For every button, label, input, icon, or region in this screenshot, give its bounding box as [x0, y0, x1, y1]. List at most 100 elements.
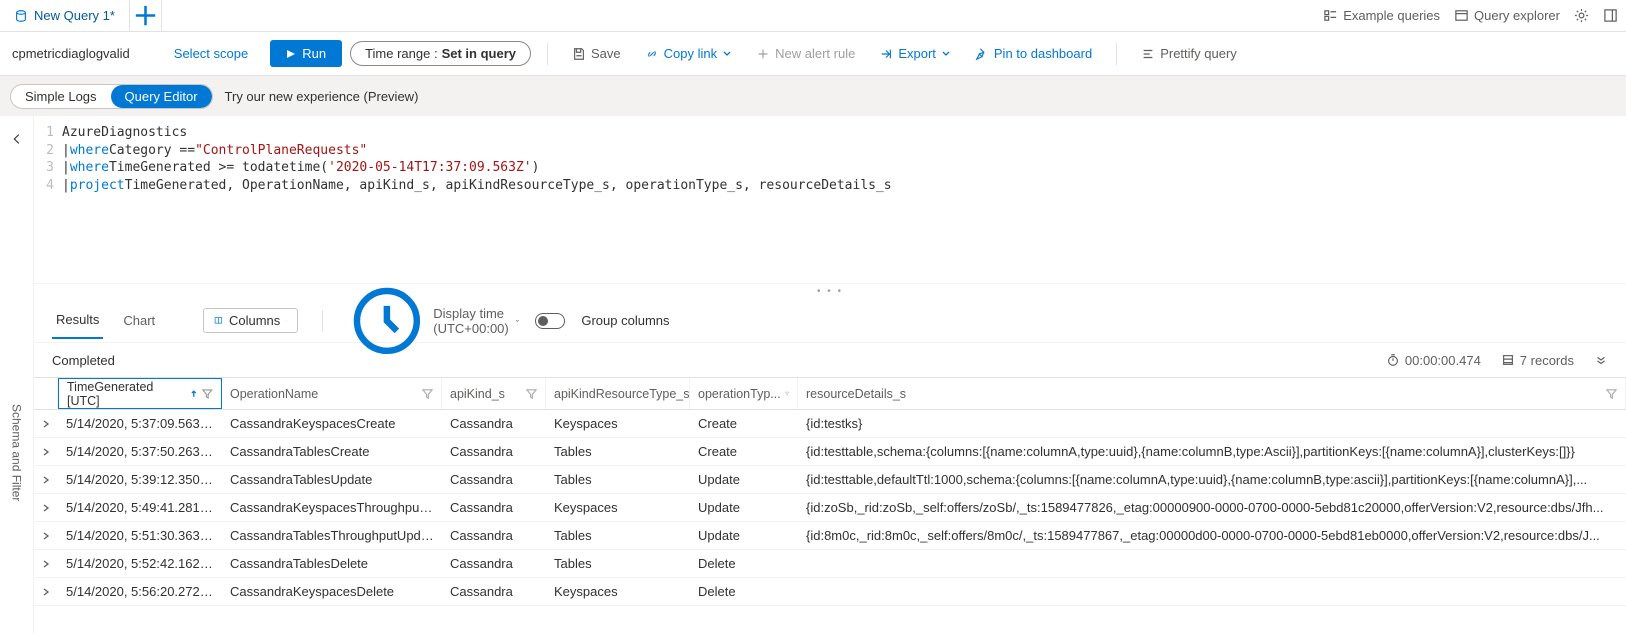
chevron-right-icon	[41, 531, 51, 541]
new-alert-button[interactable]: New alert rule	[748, 46, 863, 61]
schema-filter-label[interactable]: Schema and Filter	[10, 404, 24, 501]
prettify-button[interactable]: Prettify query	[1133, 46, 1245, 61]
save-button[interactable]: Save	[564, 46, 629, 61]
table-row[interactable]: 5/14/2020, 5:37:50.263 PMCassandraTables…	[34, 438, 1626, 466]
command-bar: cpmetricdiaglogvalid Select scope Run Ti…	[0, 32, 1626, 76]
filter-icon[interactable]	[526, 388, 537, 399]
cell-apikind: Cassandra	[442, 416, 546, 431]
select-scope-link[interactable]: Select scope	[160, 46, 262, 61]
cell-operation: CassandraTablesCreate	[222, 444, 442, 459]
add-tab-button[interactable]	[130, 0, 162, 32]
columns-button[interactable]: Columns	[203, 308, 298, 333]
mode-query-editor[interactable]: Query Editor	[111, 85, 212, 108]
filter-icon[interactable]	[1606, 388, 1617, 399]
chevron-right-icon	[41, 587, 51, 597]
cell-resourcetype: Keyspaces	[546, 500, 690, 515]
cell-resourcetype: Keyspaces	[546, 416, 690, 431]
cell-operationtype: Update	[690, 472, 798, 487]
filter-icon[interactable]	[785, 388, 789, 399]
filter-icon[interactable]	[202, 388, 213, 399]
expand-icon[interactable]	[1594, 353, 1608, 367]
chevron-right-icon	[41, 475, 51, 485]
copy-link-button[interactable]: Copy link	[637, 46, 740, 61]
cell-time: 5/14/2020, 5:56:20.272 PM	[58, 584, 222, 599]
plus-icon	[130, 0, 161, 31]
status-row: Completed 00:00:00.474 7 records	[34, 343, 1626, 377]
table-row[interactable]: 5/14/2020, 5:37:09.563 PMCassandraKeyspa…	[34, 410, 1626, 438]
stopwatch-icon	[1386, 353, 1400, 367]
example-queries-button[interactable]: Example queries	[1323, 8, 1440, 23]
tab-title: New Query 1*	[34, 8, 115, 23]
tab-query[interactable]: New Query 1*	[0, 0, 130, 32]
grid-header: TimeGenerated [UTC] OperationName apiKin…	[34, 378, 1626, 410]
chevron-left-icon[interactable]	[10, 132, 24, 146]
column-header-timegenerated[interactable]: TimeGenerated [UTC]	[58, 378, 222, 409]
cell-apikind: Cassandra	[442, 556, 546, 571]
export-button[interactable]: Export	[871, 46, 959, 61]
cell-operation: CassandraKeyspacesDelete	[222, 584, 442, 599]
link-icon	[645, 47, 659, 61]
table-row[interactable]: 5/14/2020, 5:52:42.162 PMCassandraTables…	[34, 550, 1626, 578]
expand-row-button[interactable]	[34, 447, 58, 457]
list-icon	[1323, 8, 1338, 23]
table-row[interactable]: 5/14/2020, 5:49:41.281 PMCassandraKeyspa…	[34, 494, 1626, 522]
pin-icon	[975, 47, 989, 61]
group-columns-toggle[interactable]	[535, 313, 565, 329]
table-row[interactable]: 5/14/2020, 5:56:20.272 PMCassandraKeyspa…	[34, 578, 1626, 606]
tab-chart[interactable]: Chart	[119, 303, 159, 338]
cell-apikind: Cassandra	[442, 528, 546, 543]
expand-row-button[interactable]	[34, 475, 58, 485]
settings-button[interactable]	[1574, 8, 1589, 23]
column-header-resourcedetails[interactable]: resourceDetails_s	[798, 378, 1626, 409]
preview-link[interactable]: Try our new experience (Preview)	[225, 89, 419, 104]
cell-resourcetype: Tables	[546, 528, 690, 543]
splitter-handle[interactable]: • • •	[34, 284, 1626, 299]
export-icon	[879, 47, 893, 61]
expand-row-button[interactable]	[34, 531, 58, 541]
mode-simple-logs[interactable]: Simple Logs	[11, 85, 111, 108]
tab-bar: New Query 1* Example queries Query explo…	[0, 0, 1626, 32]
table-row[interactable]: 5/14/2020, 5:51:30.363 PM CassandraTables…	[34, 522, 1626, 550]
cell-resourcetype: Keyspaces	[546, 584, 690, 599]
expand-row-button[interactable]	[34, 419, 58, 429]
query-editor[interactable]: 1AzureDiagnostics 2| where Category == "…	[34, 116, 1626, 284]
column-header-operationname[interactable]: OperationName	[222, 378, 442, 409]
results-grid: TimeGenerated [UTC] OperationName apiKin…	[34, 377, 1626, 606]
query-explorer-button[interactable]: Query explorer	[1454, 8, 1560, 23]
record-count: 7 records	[1501, 353, 1574, 368]
expand-row-button[interactable]	[34, 503, 58, 513]
mode-bar: Simple Logs Query Editor Try our new exp…	[0, 76, 1626, 116]
save-icon	[572, 47, 586, 61]
explorer-icon	[1454, 8, 1469, 23]
expand-row-button[interactable]	[34, 559, 58, 569]
time-range-pill[interactable]: Time range : Set in query	[350, 41, 531, 66]
tab-results[interactable]: Results	[52, 302, 103, 339]
cell-resourcetype: Tables	[546, 556, 690, 571]
cell-operationtype: Create	[690, 416, 798, 431]
cell-operationtype: Update	[690, 528, 798, 543]
cell-details: {id:8m0c,_rid:8m0c,_self:offers/8m0c/,_t…	[798, 528, 1626, 543]
cell-operationtype: Delete	[690, 556, 798, 571]
mode-toggle: Simple Logs Query Editor	[10, 84, 213, 109]
columns-icon	[214, 316, 223, 325]
cell-operation: CassandraKeyspacesThroughputUpdate	[222, 500, 442, 515]
cell-details: {id:testtable,defaultTtl:1000,schema:{co…	[798, 472, 1626, 487]
panel-button[interactable]	[1603, 8, 1618, 23]
chevron-right-icon	[41, 447, 51, 457]
run-button[interactable]: Run	[270, 40, 342, 67]
filter-icon[interactable]	[422, 388, 433, 399]
expand-row-button[interactable]	[34, 587, 58, 597]
cell-operation: CassandraTablesUpdate	[222, 472, 442, 487]
column-header-resourcetype[interactable]: apiKindResourceType_s	[546, 378, 690, 409]
cell-time: 5/14/2020, 5:52:42.162 PM	[58, 556, 222, 571]
cell-time: 5/14/2020, 5:51:30.363 PM	[58, 528, 222, 543]
chevron-right-icon	[41, 419, 51, 429]
cell-operation: CassandraTablesDelete	[222, 556, 442, 571]
records-icon	[1501, 353, 1515, 367]
table-row[interactable]: 5/14/2020, 5:39:12.350 PMCassandraTables…	[34, 466, 1626, 494]
column-header-operationtype[interactable]: operationTyp...	[690, 378, 798, 409]
chevron-right-icon	[41, 503, 51, 513]
pin-button[interactable]: Pin to dashboard	[967, 46, 1100, 61]
column-header-apikind[interactable]: apiKind_s	[442, 378, 546, 409]
cell-apikind: Cassandra	[442, 444, 546, 459]
